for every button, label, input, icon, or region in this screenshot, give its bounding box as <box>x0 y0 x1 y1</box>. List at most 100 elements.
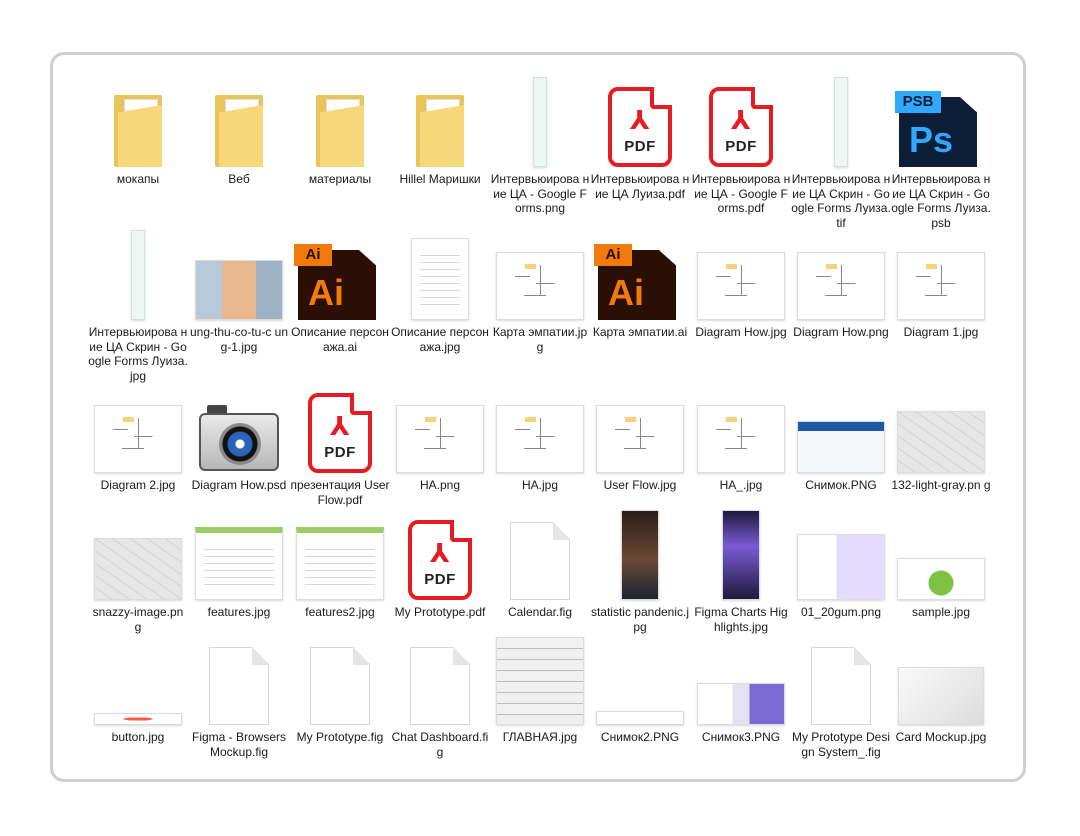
file-thumbnail <box>490 230 590 320</box>
image-thumbnail <box>94 713 182 725</box>
camera-lens <box>219 423 261 465</box>
page-corner <box>252 648 268 665</box>
file-thumbnail <box>791 510 891 600</box>
file-name: My Prototype.pdf <box>394 605 486 619</box>
file-thumbnail <box>791 77 891 167</box>
file-name: HA_.jpg <box>719 478 763 492</box>
file-name: Карта эмпатии.ai <box>592 325 688 339</box>
folder-icon <box>215 95 263 167</box>
folder-icon <box>416 95 464 167</box>
file-thumbnail <box>88 510 188 600</box>
file-name: Карта эмпатии.jpg <box>492 325 588 354</box>
image-thumbnail <box>797 534 885 600</box>
file-name: ung-thu-co-tu-c ung-1.jpg <box>189 325 289 354</box>
file-thumbnail <box>891 230 991 320</box>
blank-document-icon <box>310 647 370 725</box>
file-name: презентация User Flow.pdf <box>290 478 390 507</box>
thumbnail-content <box>503 261 577 311</box>
page-corner <box>353 648 369 665</box>
file-thumbnail <box>390 230 490 320</box>
thumbnail-content <box>704 261 778 311</box>
adobe-letters: Ps <box>909 119 954 160</box>
file-name: Веб <box>228 172 250 186</box>
file-thumbnail <box>490 383 590 473</box>
file-name: HA.png <box>419 478 461 492</box>
thumbnail-content <box>503 414 577 464</box>
file-thumbnail <box>189 635 289 725</box>
file-name: statistic pandenic.jpg <box>590 605 690 634</box>
acrobat-logo-icon: ⅄ <box>330 411 350 441</box>
pdf-text: PDF <box>725 138 757 155</box>
file-name: Calendar.fig <box>507 605 573 619</box>
blank-document-icon <box>811 647 871 725</box>
folder-icon <box>114 95 162 167</box>
image-thumbnail <box>411 238 469 320</box>
file-thumbnail <box>490 77 590 167</box>
pdf-fold <box>751 87 773 109</box>
image-thumbnail <box>94 405 182 473</box>
image-thumbnail <box>131 230 145 320</box>
image-thumbnail <box>596 405 684 473</box>
image-thumbnail <box>496 637 584 725</box>
pdf-fold <box>650 87 672 109</box>
file-thumbnail: ⅄ PDF <box>590 77 690 167</box>
file-name: My Prototype.fig <box>296 730 384 744</box>
camera-icon <box>197 401 281 473</box>
file-grid-window: мокапы Веб материалы Hillel Маришки Интервью… <box>50 52 1026 782</box>
acrobat-logo-icon: ⅄ <box>430 538 450 568</box>
file-name: My Prototype Design System_.fig <box>791 730 891 759</box>
adobe-letters: Ai <box>308 272 344 313</box>
file-name: Интервьюирова ние ЦА Скрин - Google Form… <box>88 325 188 383</box>
file-thumbnail: ⅄ PDF <box>691 77 791 167</box>
thumbnail-content <box>904 261 978 311</box>
file-thumbnail <box>88 230 188 320</box>
file-name: Снимок3.PNG <box>701 730 781 744</box>
image-thumbnail <box>898 667 984 725</box>
file-thumbnail: ⅄ PDF <box>390 510 490 600</box>
file-name: Интервьюирова ние ЦА - Google Forms.pdf <box>691 172 791 215</box>
file-thumbnail <box>290 635 390 725</box>
blank-document-icon <box>410 647 470 725</box>
image-thumbnail <box>621 510 659 600</box>
file-name: HA.jpg <box>521 478 559 492</box>
file-name: Diagram How.jpg <box>695 325 787 339</box>
image-thumbnail <box>834 77 848 167</box>
acrobat-logo-icon: ⅄ <box>731 105 751 135</box>
folder-icon <box>316 95 364 167</box>
image-thumbnail <box>596 711 684 725</box>
acrobat-logo-icon: ⅄ <box>630 105 650 135</box>
pdf-text: PDF <box>424 571 456 588</box>
file-thumbnail <box>691 635 791 725</box>
pdf-icon: ⅄ PDF <box>308 393 372 473</box>
file-name: features.jpg <box>207 605 271 619</box>
file-name: ГЛАВНАЯ.jpg <box>502 730 578 744</box>
file-name: features2.jpg <box>305 605 375 619</box>
file-thumbnail <box>88 383 188 473</box>
image-thumbnail <box>533 77 547 167</box>
illustrator-icon: Ai Ai <box>594 244 682 320</box>
file-name: Diagram How.psd <box>191 478 287 492</box>
file-thumbnail <box>691 510 791 600</box>
file-thumbnail <box>691 230 791 320</box>
blank-document-icon <box>209 647 269 725</box>
thumbnail-content <box>403 414 477 464</box>
file-thumbnail: Ai Ai <box>290 230 390 320</box>
pdf-text: PDF <box>324 444 356 461</box>
file-thumbnail <box>590 383 690 473</box>
file-thumbnail <box>189 510 289 600</box>
file-name: User Flow.jpg <box>603 478 677 492</box>
file-name: 132-light-gray.pn g <box>891 478 991 492</box>
blank-document-icon <box>510 522 570 600</box>
folder-front <box>320 105 364 167</box>
file-name: мокапы <box>116 172 160 186</box>
photoshop-icon: PSB Ps <box>895 91 983 167</box>
file-name: Интервьюирова ние ЦА Луиза.pdf <box>590 172 690 201</box>
file-name: Интервьюирова ние ЦА - Google Forms.png <box>490 172 590 215</box>
file-thumbnail <box>390 77 490 167</box>
file-thumbnail <box>390 383 490 473</box>
image-thumbnail <box>496 252 584 320</box>
file-thumbnail: PSB Ps <box>891 77 991 167</box>
thumbnail-content <box>603 414 677 464</box>
adobe-tag: Ai <box>594 244 632 266</box>
image-thumbnail <box>797 421 885 473</box>
